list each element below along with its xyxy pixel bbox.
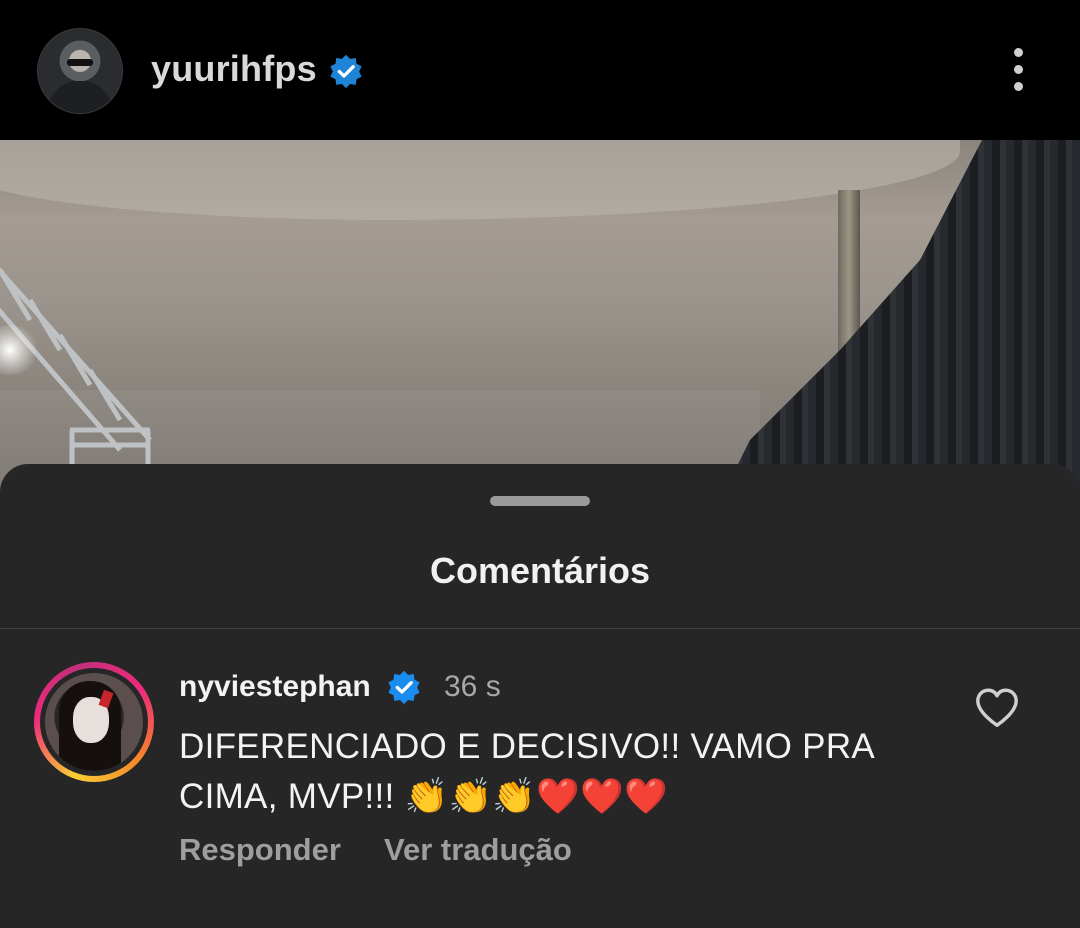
more-dot	[1014, 48, 1023, 57]
more-dot	[1014, 65, 1023, 74]
commenter-avatar[interactable]	[34, 662, 154, 782]
comment-text: DIFERENCIADO E DECISIVO!! VAMO PRA CIMA,…	[179, 727, 874, 816]
verified-badge-icon	[388, 670, 420, 705]
avatar-sunglasses	[67, 59, 93, 66]
comment-username[interactable]: nyviestephan	[179, 670, 371, 704]
post-header: yuurihfps	[0, 0, 1080, 140]
divider	[0, 628, 1080, 629]
photo-ceiling	[0, 140, 960, 220]
see-translation-button[interactable]: Ver tradução	[384, 832, 572, 868]
profile-avatar[interactable]	[37, 28, 123, 114]
post-photo	[0, 140, 1080, 500]
verified-badge-icon	[330, 54, 362, 89]
commenter-photo	[45, 673, 143, 771]
comments-title: Comentários	[429, 550, 651, 591]
heart-outline-icon[interactable]	[974, 686, 1020, 730]
avatar-figure	[48, 81, 112, 113]
reply-button[interactable]: Responder	[179, 832, 341, 868]
drag-handle[interactable]	[490, 496, 590, 506]
profile-username[interactable]: yuurihfps	[151, 48, 317, 90]
more-options-button[interactable]	[1004, 44, 1034, 100]
more-dot	[1014, 82, 1023, 91]
comment-timestamp: 36 s	[444, 670, 501, 703]
